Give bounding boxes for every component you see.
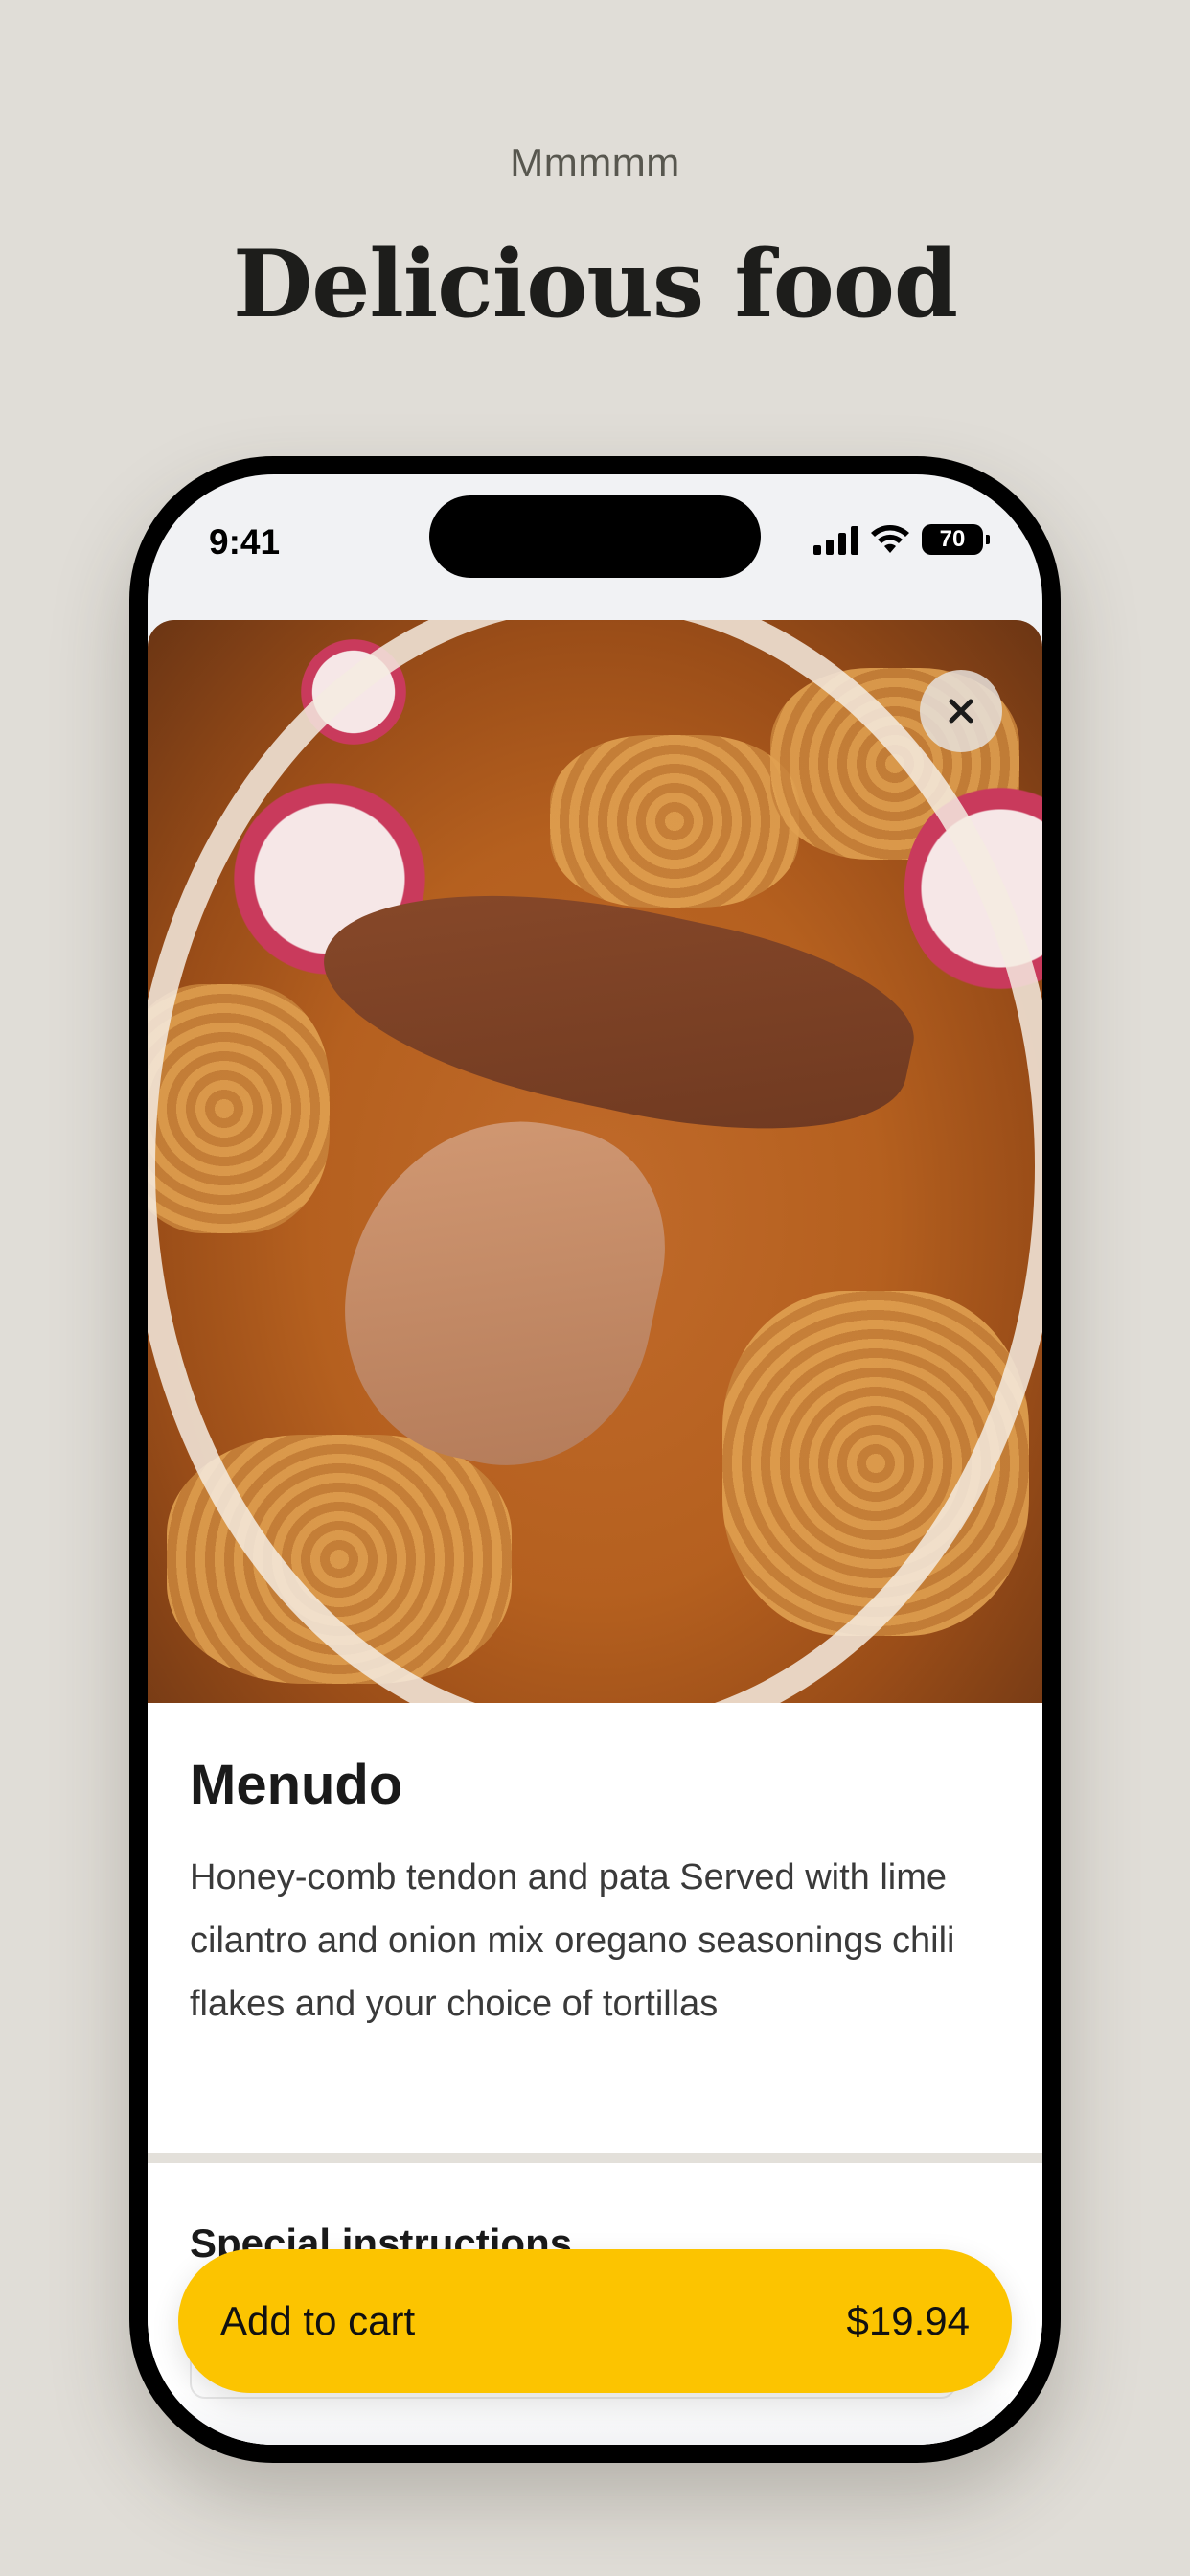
phone-frame: 9:41 70 Menudo Honey-comb tendon and pat… <box>129 456 1061 2463</box>
section-divider <box>148 2153 1042 2163</box>
wifi-icon <box>871 525 909 553</box>
battery-icon: 70 <box>922 524 990 555</box>
status-bar: 9:41 70 <box>148 474 1042 609</box>
close-button[interactable] <box>920 670 1002 752</box>
dynamic-island <box>429 495 761 578</box>
phone-screen: 9:41 70 Menudo Honey-comb tendon and pat… <box>148 474 1042 2445</box>
item-image <box>148 620 1042 1703</box>
cellular-signal-icon <box>813 524 858 555</box>
item-name: Menudo <box>190 1754 403 1816</box>
bottom-fade <box>148 2391 1042 2445</box>
page-headline: Delicious food <box>233 230 958 338</box>
status-icons: 70 <box>813 524 990 555</box>
add-to-cart-label: Add to cart <box>220 2298 416 2343</box>
item-sheet: Menudo Honey-comb tendon and pata Served… <box>148 620 1042 2445</box>
status-time: 9:41 <box>209 522 281 562</box>
page-kicker: Mmmmm <box>510 140 680 185</box>
add-to-cart-button[interactable]: Add to cart $19.94 <box>178 2249 1012 2393</box>
close-icon <box>949 699 973 724</box>
item-details: Menudo Honey-comb tendon and pata Served… <box>148 1703 1042 2036</box>
cart-price: $19.94 <box>846 2298 970 2343</box>
item-description: Honey-comb tendon and pata Served with l… <box>190 1857 955 2024</box>
bowl-rim <box>148 620 1042 1703</box>
page: Mmmmm Delicious food 9:41 70 Menudo Hone… <box>0 0 1190 2576</box>
